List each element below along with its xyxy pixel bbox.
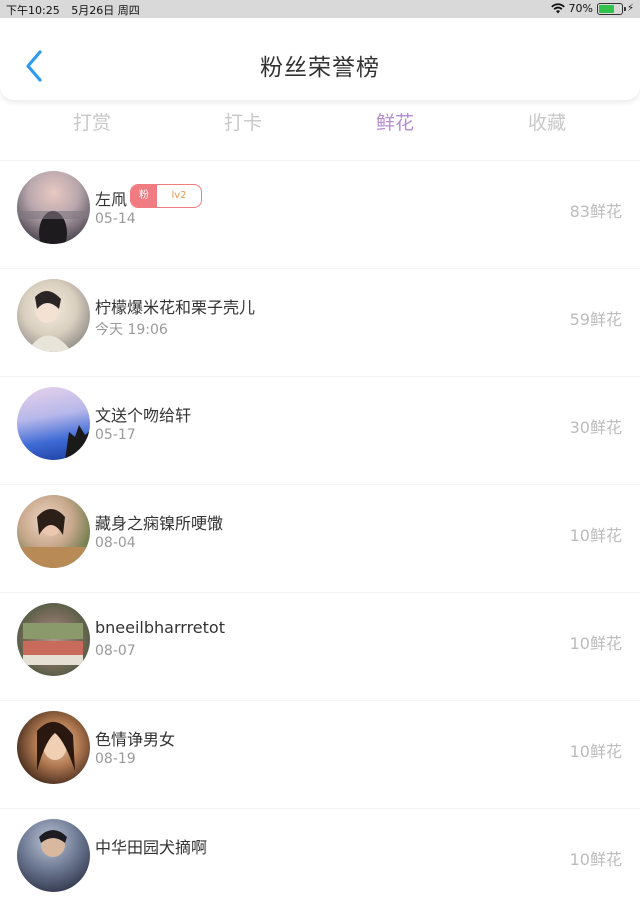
navigation-header: 粉丝荣誉榜: [0, 18, 640, 100]
fan-date: 05-14: [95, 211, 136, 227]
flower-count: 30鲜花: [569, 418, 622, 437]
fan-date: 08-07: [95, 643, 136, 659]
fan-name: 文送个吻给轩: [95, 406, 192, 425]
list-item[interactable]: 中华田园犬摘啊 10鲜花: [0, 808, 640, 917]
flower-count: 59鲜花: [569, 310, 622, 329]
fan-date: 08-04: [95, 535, 136, 551]
page-title: 粉丝荣誉榜: [260, 55, 380, 81]
list-item[interactable]: 文送个吻给轩 05-17 30鲜花: [0, 376, 640, 485]
status-time-date: 下午10:25 5月26日 周四: [6, 2, 148, 18]
fan-name: 色情诤男女: [95, 730, 176, 749]
avatar[interactable]: [17, 711, 90, 784]
list-item[interactable]: 柠檬爆米花和栗子壳儿 今天 19:06 59鲜花: [0, 268, 640, 377]
badge-fan-label: 粉: [131, 185, 157, 207]
status-indicators: 70% ⚡: [550, 2, 634, 15]
status-bar: 下午10:25 5月26日 周四 70% ⚡: [0, 0, 640, 18]
flower-count: 10鲜花: [569, 850, 622, 869]
flower-count: 10鲜花: [569, 742, 622, 761]
battery-icon: [596, 2, 626, 15]
fan-name: 柠檬爆米花和栗子壳儿: [95, 298, 256, 317]
list-item[interactable]: 色情诤男女 08-19 10鲜花: [0, 700, 640, 809]
fan-date: 05-17: [95, 427, 136, 443]
tab-flowers[interactable]: 鲜花: [355, 108, 435, 135]
list-item[interactable]: bneeilbharrretot 08-07 10鲜花: [0, 592, 640, 701]
avatar[interactable]: [17, 495, 90, 568]
fan-date: 今天 19:06: [95, 322, 168, 338]
avatar[interactable]: [17, 279, 90, 352]
battery-percent: 70%: [568, 2, 593, 15]
tab-favorites[interactable]: 收藏: [507, 108, 587, 135]
status-time: 下午10:25: [6, 4, 60, 17]
list-item[interactable]: 藏身之痫镍所哽馓 08-04 10鲜花: [0, 484, 640, 593]
fan-name: 藏身之痫镍所哽馓: [95, 514, 224, 533]
avatar[interactable]: [17, 171, 90, 244]
tab-reward[interactable]: 打赏: [52, 108, 132, 135]
fan-name: 左凧: [95, 190, 128, 209]
status-date: 5月26日 周四: [71, 4, 140, 17]
tab-bar: 打赏 打卡 鲜花 收藏: [0, 102, 640, 142]
battery-fill: [598, 4, 615, 13]
avatar[interactable]: [17, 603, 90, 676]
avatar[interactable]: [17, 387, 90, 460]
avatar[interactable]: [17, 819, 90, 892]
fan-level-badge: 粉 lv2: [130, 184, 202, 208]
fan-name: 中华田园犬摘啊: [95, 838, 208, 857]
wifi-icon: [550, 3, 565, 14]
charging-icon: ⚡: [626, 3, 634, 14]
fan-name: bneeilbharrretot: [95, 618, 225, 637]
flower-count: 83鲜花: [569, 202, 622, 221]
tab-checkin[interactable]: 打卡: [203, 108, 283, 135]
flower-count: 10鲜花: [569, 526, 622, 545]
flower-count: 10鲜花: [569, 634, 622, 653]
fan-date: 08-19: [95, 751, 136, 767]
badge-level-label: lv2: [171, 190, 187, 201]
list-item[interactable]: 左凧 粉 lv2 05-14 83鲜花: [0, 160, 640, 269]
